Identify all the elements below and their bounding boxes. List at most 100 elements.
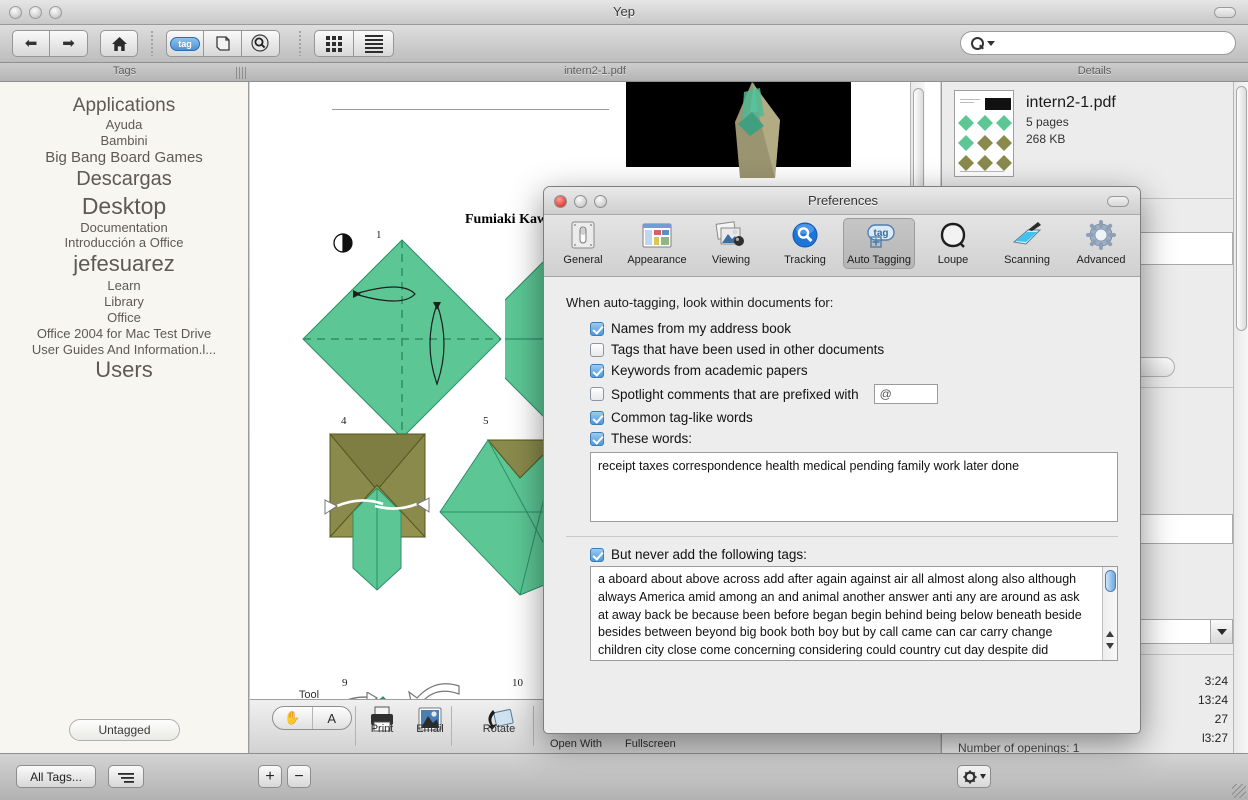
scroll-up-arrow-icon[interactable] xyxy=(1106,631,1114,637)
tab-tracking[interactable]: Tracking xyxy=(769,218,841,269)
list-view-icon xyxy=(364,34,383,53)
label-common-tag-like-words: Common tag-like words xyxy=(611,410,753,425)
tag-cloud-item[interactable]: Ayuda xyxy=(6,117,242,133)
option-row-names[interactable]: Names from my address book xyxy=(590,321,1118,336)
never-add-textarea[interactable]: a aboard about above across add after ag… xyxy=(590,566,1118,661)
fullscreen-button[interactable]: Fullscreen xyxy=(625,738,676,750)
auto-tagging-panel: When auto-tagging, look within documents… xyxy=(544,277,1140,522)
details-date-value: 3:24 xyxy=(1204,674,1228,688)
option-row-never-add[interactable]: But never add the following tags: xyxy=(590,547,1118,562)
label-names-from-address-book: Names from my address book xyxy=(611,321,792,336)
option-row-keywords[interactable]: Keywords from academic papers xyxy=(590,363,1118,378)
origami-step-4-diagram xyxy=(324,433,430,591)
search-input[interactable] xyxy=(995,36,1225,50)
option-row-tags-used[interactable]: Tags that have been used in other docume… xyxy=(590,342,1118,357)
tab-loupe-label: Loupe xyxy=(937,254,969,266)
tag-cloud-item[interactable]: Documentation xyxy=(6,220,242,236)
grid-view-button[interactable] xyxy=(314,30,354,57)
checkbox-these-words[interactable] xyxy=(590,431,604,446)
scroll-down-arrow-icon[interactable] xyxy=(1106,643,1114,649)
tags-pane-header: Tags xyxy=(112,65,137,77)
tags-sidebar: Applications Ayuda Bambini Big Bang Board G… xyxy=(0,82,249,753)
sidebar-resize-grip[interactable] xyxy=(236,67,246,79)
hand-tool-icon[interactable]: ✋ xyxy=(273,710,312,726)
never-add-scrollbar[interactable] xyxy=(1102,567,1117,660)
action-menu-button[interactable] xyxy=(957,765,991,788)
these-words-textarea[interactable]: receipt taxes correspondence health medi… xyxy=(590,452,1118,522)
tab-viewing[interactable]: Viewing xyxy=(695,218,767,269)
search-field[interactable] xyxy=(960,31,1236,55)
step-number-4: 4 xyxy=(341,415,347,427)
tag-cloud-item[interactable]: Bambini xyxy=(6,133,242,149)
file-info-text: intern2-1.pdf 5 pages 268 KB xyxy=(1026,90,1116,190)
forward-button[interactable]: ➡ xyxy=(50,30,88,57)
preview-search-button[interactable] xyxy=(242,30,280,57)
rotate-button[interactable]: Rotate xyxy=(468,703,530,737)
add-tag-button[interactable]: + xyxy=(258,765,282,788)
untagged-button[interactable]: Untagged xyxy=(69,719,180,741)
file-info-card: intern2-1.pdf 5 pages 268 KB xyxy=(954,90,1226,190)
preferences-titlebar: Preferences xyxy=(544,187,1140,215)
tag-cloud-item[interactable]: Applications xyxy=(6,94,242,117)
yep-app-window: Yep ⬅ ➡ tag Tags intern2-1.pdf Details A… xyxy=(0,0,1248,800)
tag-cloud-item[interactable]: Introducción a Office xyxy=(6,235,242,251)
tab-auto-tagging[interactable]: tag Auto Tagging xyxy=(843,218,915,269)
checkbox-keywords-academic[interactable] xyxy=(590,363,604,378)
checkbox-common-tag-like-words[interactable] xyxy=(590,410,604,425)
open-with-button[interactable]: Open With xyxy=(550,738,602,750)
tab-appearance[interactable]: Appearance xyxy=(621,218,693,269)
tag-cloud-item[interactable]: Descargas xyxy=(6,167,242,191)
text-tool-icon[interactable]: A xyxy=(313,711,352,726)
details-scrollbar[interactable] xyxy=(1233,82,1248,753)
resize-grip-icon[interactable] xyxy=(1232,784,1246,798)
checkbox-tags-used-other-docs[interactable] xyxy=(590,342,604,357)
tag-cloud-item[interactable]: Office 2004 for Mac Test Drive xyxy=(6,326,242,342)
toolbar-toggle-button[interactable] xyxy=(1214,7,1236,18)
tab-scanning-label: Scanning xyxy=(1004,254,1050,266)
label-keywords-academic: Keywords from academic papers xyxy=(611,363,808,378)
tag-cloud-item[interactable]: Users xyxy=(6,357,242,384)
untagged-container: Untagged xyxy=(0,719,248,741)
tab-advanced[interactable]: Advanced xyxy=(1065,218,1137,269)
checkbox-names-from-address-book[interactable] xyxy=(590,321,604,336)
origami-model-photo xyxy=(735,82,780,178)
tag-cloud-item[interactable]: Library xyxy=(6,294,242,310)
option-row-common-words[interactable]: Common tag-like words xyxy=(590,410,1118,425)
grid-view-icon xyxy=(326,35,342,52)
tag-cloud-item[interactable]: jefesuarez xyxy=(6,251,242,278)
tag-filter-button[interactable] xyxy=(108,765,144,788)
never-add-scrollbar-thumb[interactable] xyxy=(1105,570,1116,592)
details-date-value: l3:27 xyxy=(1201,731,1228,745)
tag-cloud: Applications Ayuda Bambini Big Bang Board G… xyxy=(0,82,248,384)
pane-header-strip: Tags intern2-1.pdf Details xyxy=(0,63,1248,82)
tab-scanning[interactable]: Scanning xyxy=(991,218,1063,269)
back-button[interactable]: ⬅ xyxy=(12,30,50,57)
search-menu-chevron-icon[interactable] xyxy=(987,40,995,46)
checkbox-spotlight-comments[interactable] xyxy=(590,387,604,401)
fold-marker-icon xyxy=(333,233,353,253)
step-number-10: 10 xyxy=(512,677,523,689)
remove-tag-button[interactable]: − xyxy=(287,765,311,788)
tag-cloud-item[interactable]: Desktop xyxy=(6,192,242,220)
list-view-button[interactable] xyxy=(354,30,394,57)
appearance-window-icon xyxy=(640,220,674,252)
tag-cloud-item[interactable]: Learn xyxy=(6,278,242,294)
tab-general[interactable]: General xyxy=(547,218,619,269)
tag-cloud-item[interactable]: Big Bang Board Games xyxy=(6,149,242,167)
all-tags-button[interactable]: All Tags... xyxy=(16,765,96,788)
tag-cloud-item[interactable]: User Guides And Information.l... xyxy=(6,342,242,358)
home-button[interactable] xyxy=(100,30,138,57)
option-row-these-words[interactable]: These words: xyxy=(590,431,1118,446)
option-row-spotlight[interactable]: Spotlight comments that are prefixed wit… xyxy=(590,384,1118,404)
tag-view-button[interactable]: tag xyxy=(166,30,204,57)
popup-chevron-icon[interactable] xyxy=(1210,620,1232,643)
book-view-button[interactable] xyxy=(204,30,242,57)
file-thumbnail[interactable] xyxy=(954,90,1014,177)
tool-segmented-control[interactable]: ✋ A xyxy=(272,706,352,730)
details-scrollbar-thumb[interactable] xyxy=(1236,86,1247,331)
preferences-toolbar-toggle[interactable] xyxy=(1107,196,1129,207)
spotlight-prefix-field[interactable]: @ xyxy=(873,384,938,404)
checkbox-never-add-tags[interactable] xyxy=(590,547,604,562)
tag-cloud-item[interactable]: Office xyxy=(6,310,242,326)
tab-loupe[interactable]: Loupe xyxy=(917,218,989,269)
